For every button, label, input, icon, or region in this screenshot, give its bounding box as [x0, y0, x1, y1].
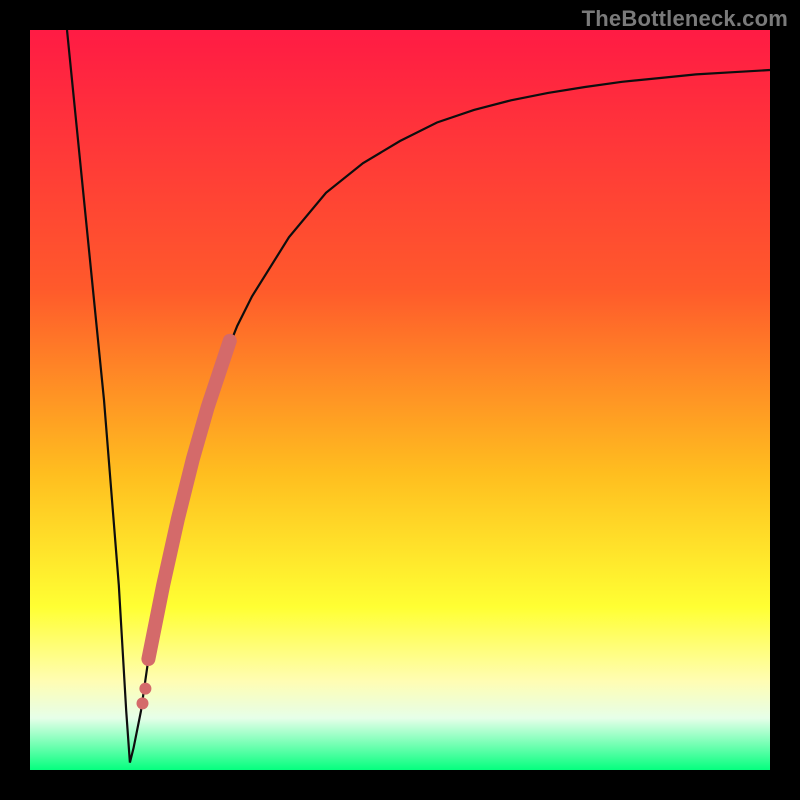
frame-bottom — [0, 770, 800, 800]
frame-right — [770, 0, 800, 800]
frame-left — [0, 0, 30, 800]
chart-container: TheBottleneck.com — [0, 0, 800, 800]
marker-dot — [137, 697, 149, 709]
bottleneck-chart — [0, 0, 800, 800]
marker-dot — [139, 683, 151, 695]
attribution-label: TheBottleneck.com — [582, 6, 788, 32]
